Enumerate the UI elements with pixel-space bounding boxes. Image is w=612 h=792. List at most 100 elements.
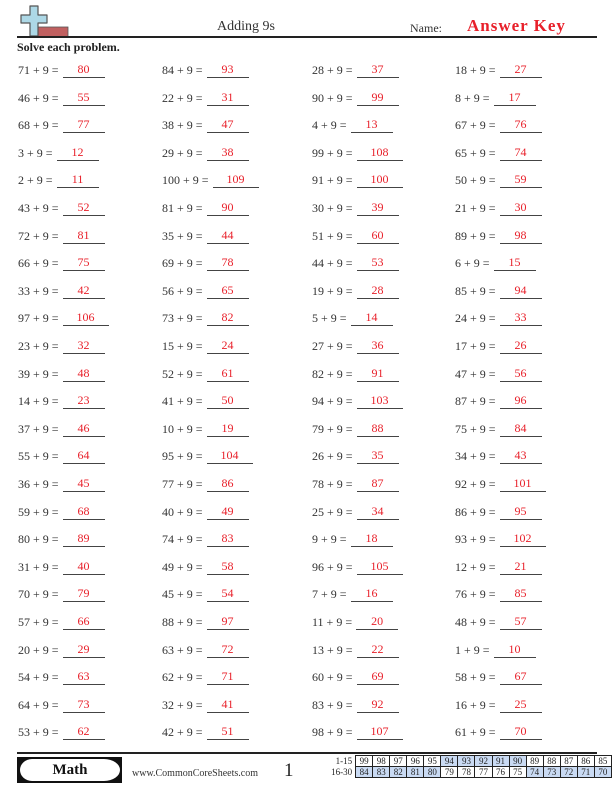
answer-blank[interactable]: 103 — [356, 392, 403, 410]
answer-blank[interactable]: 85 — [499, 585, 542, 603]
answer-blank[interactable]: 99 — [356, 89, 399, 106]
answer-blank[interactable]: 35 — [356, 447, 399, 465]
answer-blank[interactable]: 107 — [356, 723, 403, 741]
answer-blank[interactable]: 84 — [499, 420, 542, 437]
answer-blank[interactable]: 12 — [56, 144, 99, 161]
answer-blank[interactable]: 53 — [356, 254, 399, 272]
answer-blank[interactable]: 17 — [493, 89, 536, 106]
answer-blank[interactable]: 52 — [62, 199, 105, 216]
answer-blank[interactable]: 101 — [499, 475, 546, 492]
answer-blank[interactable]: 50 — [206, 392, 249, 410]
answer-blank[interactable]: 49 — [206, 503, 249, 520]
answer-blank[interactable]: 15 — [493, 254, 536, 272]
answer-blank[interactable]: 94 — [499, 282, 542, 299]
answer-blank[interactable]: 77 — [62, 116, 105, 134]
answer-blank[interactable]: 10 — [493, 641, 536, 658]
answer-blank[interactable]: 47 — [206, 116, 249, 134]
answer-blank[interactable]: 70 — [499, 723, 542, 741]
answer-blank[interactable]: 23 — [62, 392, 105, 410]
answer-blank[interactable]: 61 — [206, 365, 249, 382]
answer-blank[interactable]: 58 — [206, 558, 249, 575]
answer-blank[interactable]: 81 — [62, 227, 105, 244]
answer-blank[interactable]: 62 — [62, 723, 105, 741]
answer-blank[interactable]: 38 — [206, 144, 249, 161]
answer-blank[interactable]: 78 — [206, 254, 249, 272]
answer-blank[interactable]: 68 — [62, 503, 105, 520]
answer-blank[interactable]: 22 — [356, 641, 399, 658]
answer-blank[interactable]: 37 — [356, 61, 399, 78]
answer-blank[interactable]: 41 — [206, 696, 249, 713]
answer-blank[interactable]: 76 — [499, 116, 542, 134]
answer-blank[interactable]: 32 — [62, 337, 105, 354]
answer-blank[interactable]: 64 — [62, 447, 105, 465]
answer-blank[interactable]: 89 — [62, 530, 105, 548]
answer-blank[interactable]: 45 — [62, 475, 105, 492]
answer-blank[interactable]: 90 — [206, 199, 249, 216]
answer-blank[interactable]: 46 — [62, 420, 105, 437]
answer-blank[interactable]: 79 — [62, 585, 105, 603]
answer-blank[interactable]: 20 — [356, 613, 399, 630]
answer-blank[interactable]: 80 — [62, 61, 105, 78]
answer-blank[interactable]: 88 — [356, 420, 399, 437]
answer-blank[interactable]: 25 — [499, 696, 542, 713]
answer-blank[interactable]: 105 — [356, 558, 403, 575]
answer-blank[interactable]: 30 — [499, 199, 542, 216]
answer-blank[interactable]: 104 — [206, 447, 253, 465]
answer-blank[interactable]: 108 — [356, 144, 403, 161]
answer-blank[interactable]: 66 — [62, 613, 105, 630]
answer-blank[interactable]: 92 — [356, 696, 399, 713]
answer-blank[interactable]: 98 — [499, 227, 542, 244]
answer-blank[interactable]: 28 — [356, 282, 399, 299]
answer-blank[interactable]: 72 — [206, 641, 249, 658]
answer-blank[interactable]: 60 — [356, 227, 399, 244]
answer-blank[interactable]: 97 — [206, 613, 249, 630]
answer-blank[interactable]: 93 — [206, 61, 249, 78]
answer-blank[interactable]: 26 — [499, 337, 542, 354]
answer-blank[interactable]: 87 — [356, 475, 399, 492]
answer-blank[interactable]: 51 — [206, 723, 249, 741]
answer-blank[interactable]: 33 — [499, 309, 542, 327]
answer-blank[interactable]: 40 — [62, 558, 105, 575]
answer-blank[interactable]: 55 — [62, 89, 105, 106]
answer-blank[interactable]: 36 — [356, 337, 399, 354]
answer-blank[interactable]: 27 — [499, 61, 542, 78]
answer-blank[interactable]: 44 — [206, 227, 249, 244]
answer-blank[interactable]: 95 — [499, 503, 542, 520]
answer-blank[interactable]: 39 — [356, 199, 399, 216]
answer-blank[interactable]: 65 — [206, 282, 249, 299]
answer-blank[interactable]: 21 — [499, 558, 542, 575]
site-url[interactable]: www.CommonCoreSheets.com — [132, 768, 258, 779]
answer-blank[interactable]: 56 — [499, 365, 542, 382]
answer-blank[interactable]: 63 — [62, 668, 105, 686]
answer-blank[interactable]: 18 — [350, 530, 393, 548]
answer-blank[interactable]: 29 — [62, 641, 105, 658]
answer-blank[interactable]: 57 — [499, 613, 542, 630]
answer-blank[interactable]: 48 — [62, 365, 105, 382]
answer-blank[interactable]: 19 — [206, 420, 249, 437]
answer-blank[interactable]: 91 — [356, 365, 399, 382]
answer-blank[interactable]: 16 — [350, 585, 393, 603]
answer-blank[interactable]: 109 — [212, 171, 259, 189]
answer-blank[interactable]: 86 — [206, 475, 249, 492]
answer-blank[interactable]: 43 — [499, 447, 542, 465]
answer-blank[interactable]: 54 — [206, 585, 249, 603]
answer-blank[interactable]: 59 — [499, 171, 542, 189]
answer-blank[interactable]: 11 — [56, 171, 99, 189]
answer-blank[interactable]: 24 — [206, 337, 249, 354]
answer-blank[interactable]: 106 — [62, 309, 109, 327]
answer-blank[interactable]: 82 — [206, 309, 249, 327]
answer-blank[interactable]: 73 — [62, 696, 105, 713]
answer-blank[interactable]: 42 — [62, 282, 105, 299]
answer-blank[interactable]: 102 — [499, 530, 546, 548]
answer-blank[interactable]: 74 — [499, 144, 542, 161]
answer-blank[interactable]: 34 — [356, 503, 399, 520]
answer-blank[interactable]: 71 — [206, 668, 249, 686]
answer-blank[interactable]: 14 — [350, 309, 393, 327]
answer-blank[interactable]: 69 — [356, 668, 399, 686]
answer-blank[interactable]: 83 — [206, 530, 249, 548]
answer-blank[interactable]: 75 — [62, 254, 105, 272]
answer-blank[interactable]: 67 — [499, 668, 542, 686]
answer-blank[interactable]: 96 — [499, 392, 542, 410]
answer-blank[interactable]: 100 — [356, 171, 403, 189]
answer-blank[interactable]: 31 — [206, 89, 249, 106]
